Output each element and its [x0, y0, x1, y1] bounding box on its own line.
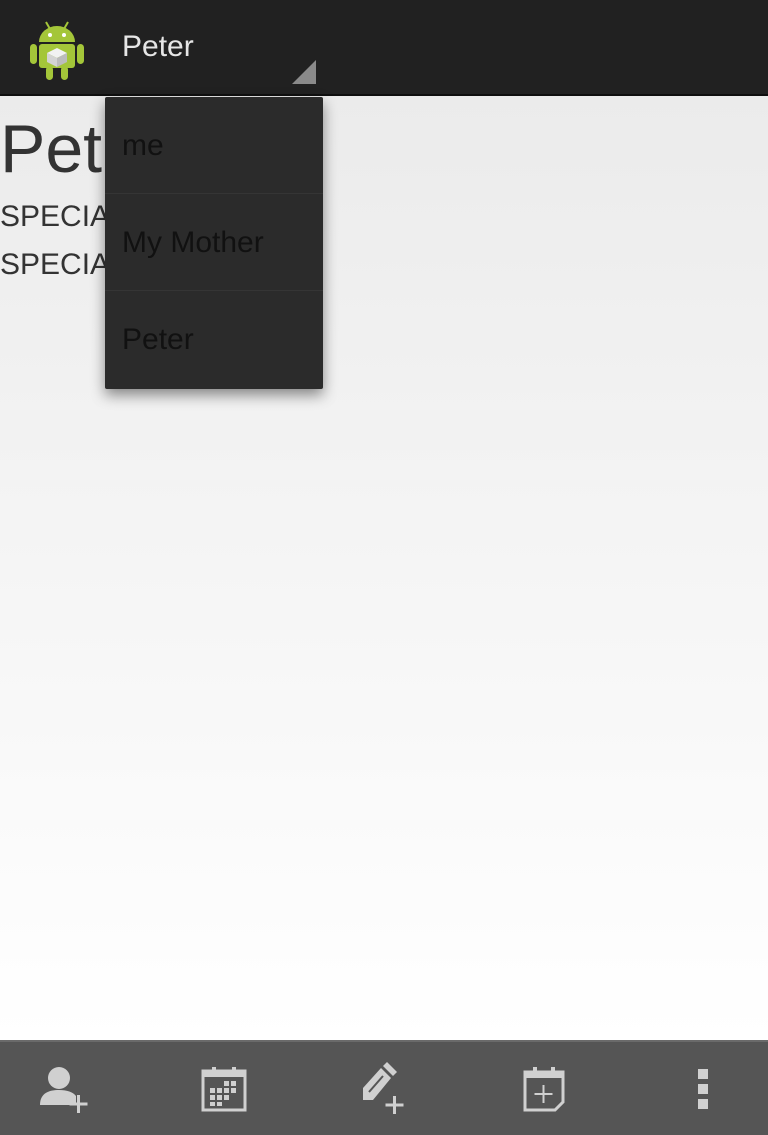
contact-spinner[interactable]: Peter: [106, 0, 324, 94]
add-person-icon: [40, 1066, 88, 1113]
spinner-selected-label: Peter: [122, 30, 194, 63]
dropdown-item-label: My Mother: [122, 226, 264, 259]
action-bar: Peter: [0, 0, 768, 96]
dropdown-item-label: Peter: [122, 323, 194, 356]
add-person-button[interactable]: [0, 1042, 130, 1135]
add-edit-button[interactable]: [319, 1042, 449, 1135]
add-calendar-event-button[interactable]: [479, 1042, 609, 1135]
dropdown-item-peter[interactable]: Peter: [105, 291, 323, 388]
contact-dropdown: me My Mother Peter: [105, 97, 323, 389]
add-edit-icon: [363, 1061, 404, 1114]
overflow-menu-button[interactable]: [638, 1042, 768, 1135]
calendar-icon: [201, 1066, 247, 1111]
dropdown-item-me[interactable]: me: [105, 97, 323, 194]
add-calendar-event-icon: [523, 1066, 565, 1111]
bottom-action-bar: [0, 1040, 768, 1135]
overflow-menu-icon: [698, 1068, 708, 1109]
dropdown-item-label: me: [122, 129, 164, 162]
dropdown-item-my-mother[interactable]: My Mother: [105, 194, 323, 291]
android-robot-icon[interactable]: [30, 18, 84, 80]
calendar-button[interactable]: [159, 1042, 289, 1135]
spinner-arrow-icon: [292, 60, 316, 84]
